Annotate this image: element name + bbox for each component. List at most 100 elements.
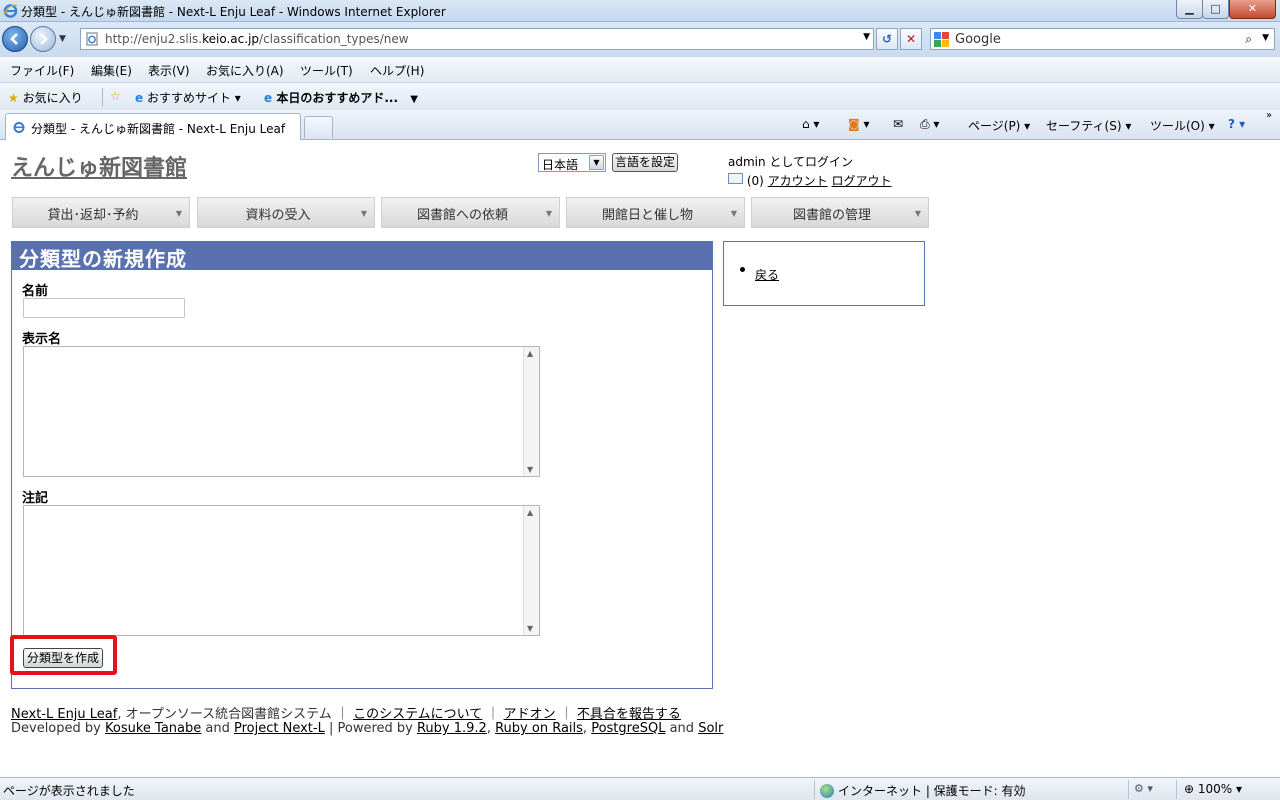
envelope-icon[interactable] (728, 173, 743, 184)
nav-menu-acquisition[interactable]: 資料の受入 ▼ (197, 197, 375, 228)
search-placeholder: Google (955, 32, 1001, 47)
note-field[interactable]: ▲ ▼ (23, 505, 540, 636)
page-menu-button[interactable]: ページ(P) ▾ (968, 117, 1030, 134)
nav-menu-requests[interactable]: 図書館への依頼 ▼ (381, 197, 560, 228)
tab-active[interactable]: 分類型 - えんじゅ新図書館 - Next-L Enju Leaf (5, 113, 301, 140)
name-field[interactable] (23, 298, 185, 318)
footer-text: and (205, 721, 230, 736)
project-link[interactable]: Project Next-L (234, 721, 325, 736)
more-commands-icon[interactable]: » (1266, 110, 1272, 121)
nav-menu-label: 貸出･返却･予約 (47, 208, 139, 223)
new-tab-button[interactable] (304, 116, 333, 138)
tab-bar: 分類型 - えんじゅ新図書館 - Next-L Enju Leaf ⌂ ▾ ◙ … (0, 110, 1280, 140)
url-text: http://enju2.slis.keio.ac.jp/classificat… (105, 32, 409, 46)
search-field[interactable]: Google ⌕ ▼ (930, 28, 1275, 50)
product-link[interactable]: Next-L Enju Leaf (11, 707, 117, 722)
chevron-down-icon: ▼ (545, 209, 552, 218)
menu-file[interactable]: ファイル(F) (10, 62, 74, 79)
tab-title: 分類型 - えんじゅ新図書館 - Next-L Enju Leaf (31, 122, 286, 136)
footer-text: and (669, 721, 695, 736)
ruby-link[interactable]: Ruby 1.9.2 (417, 721, 487, 736)
menu-tools[interactable]: ツール(T) (300, 62, 353, 79)
footer-separator: ｜ (486, 707, 500, 722)
search-icon[interactable]: ⌕ (1245, 32, 1252, 47)
maximize-button[interactable]: □ (1202, 0, 1229, 19)
user-links: (0) アカウント ログアウト (728, 172, 892, 189)
footer-line-1: Next-L Enju Leaf, オープンソース統合図書館システム ｜ このシ… (11, 703, 681, 722)
help-icon[interactable]: ? ▾ (1228, 117, 1245, 131)
nav-menu-events[interactable]: 開館日と催し物 ▼ (566, 197, 745, 228)
refresh-button[interactable]: ↺ (876, 28, 898, 50)
scroll-up-icon: ▲ (527, 508, 534, 517)
tab-page-icon (13, 122, 25, 133)
scrollbar[interactable]: ▲ ▼ (523, 347, 539, 476)
main-form-panel: 分類型の新規作成 名前 表示名 ▲ ▼ 注記 ▲ ▼ 分類型を作成 (10, 241, 713, 689)
back-button[interactable] (2, 26, 28, 52)
login-status: admin としてログイン (728, 155, 854, 169)
stop-button[interactable]: ✕ (900, 28, 922, 50)
display-name-field[interactable]: ▲ ▼ (23, 346, 540, 477)
solr-link[interactable]: Solr (698, 721, 723, 736)
menu-favorites[interactable]: お気に入り(A) (206, 62, 284, 79)
address-field[interactable]: http://enju2.slis.keio.ac.jp/classificat… (80, 28, 874, 50)
tools-menu-button[interactable]: ツール(O) ▾ (1150, 117, 1215, 134)
menu-edit[interactable]: 編集(E) (91, 62, 132, 79)
favorites-button[interactable]: ★ お気に入り (8, 89, 83, 106)
footer-text: Developed by (11, 721, 101, 736)
nav-menu-circulation[interactable]: 貸出･返却･予約 ▼ (12, 197, 190, 228)
back-link[interactable]: 戻る (755, 266, 779, 283)
toolbar-divider (102, 88, 103, 106)
menu-view[interactable]: 表示(V) (148, 62, 190, 79)
report-bug-link[interactable]: 不具合を報告する (577, 707, 681, 722)
forward-arrow-icon (40, 33, 48, 45)
forward-button[interactable] (30, 26, 56, 52)
footer-text: , (582, 721, 588, 736)
security-zone[interactable]: インターネット | 保護モード: 有効 (820, 782, 1026, 799)
logout-link[interactable]: ログアウト (832, 174, 892, 188)
footer-text: , (486, 721, 491, 736)
print-icon[interactable]: ⎙ ▾ (920, 117, 939, 132)
scroll-down-icon: ▼ (527, 465, 534, 474)
site-title-link[interactable]: えんじゅ新図書館 (11, 150, 187, 182)
feeds-icon[interactable]: ◙ ▾ (848, 117, 870, 131)
back-arrow-icon (10, 33, 18, 45)
home-icon[interactable]: ⌂ ▾ (802, 117, 819, 131)
scrollbar[interactable]: ▲ ▼ (523, 506, 539, 635)
create-classification-type-button[interactable]: 分類型を作成 (23, 648, 103, 668)
web-slice-button[interactable]: e 本日のおすすめアド... ▼ (264, 89, 418, 106)
suggested-sites-button[interactable]: e おすすめサイト ▾ (135, 89, 241, 106)
mail-icon[interactable]: ✉ (893, 117, 903, 131)
status-message: ページが表示されました (3, 784, 135, 798)
rails-link[interactable]: Ruby on Rails (495, 721, 583, 736)
footer-separator: ｜ (559, 707, 573, 722)
display-name-label: 表示名 (22, 332, 62, 347)
list-bullet (740, 267, 745, 272)
sidebar-box: 戻る (723, 241, 925, 306)
addon-link[interactable]: アドオン (504, 707, 556, 722)
protected-mode-icon[interactable]: ⚙ ▾ (1134, 782, 1153, 795)
add-favorite-icon[interactable]: ☆ (110, 89, 121, 103)
favorites-bar: ★ お気に入り ☆ e おすすめサイト ▾ e 本日のおすすめアド... ▼ (0, 82, 1280, 110)
postgresql-link[interactable]: PostgreSQL (591, 721, 665, 736)
status-divider (814, 780, 815, 799)
footer-line-2: Developed by Kosuke Tanabe and Project N… (11, 721, 723, 736)
about-link[interactable]: このシステムについて (353, 707, 482, 722)
set-language-button[interactable]: 言語を設定 (612, 153, 678, 172)
nav-menu-label: 図書館への依頼 (416, 208, 508, 223)
nav-menu-administration[interactable]: 図書館の管理 ▼ (751, 197, 929, 228)
menu-help[interactable]: ヘルプ(H) (370, 62, 424, 79)
zoom-level[interactable]: ⊕ 100% ▾ (1184, 782, 1242, 796)
recent-pages-dropdown-icon[interactable]: ▼ (59, 34, 66, 44)
window-titlebar: 分類型 - えんじゅ新図書館 - Next-L Enju Leaf - Wind… (0, 0, 1280, 22)
address-dropdown-icon[interactable]: ▼ (863, 32, 870, 42)
account-link[interactable]: アカウント (768, 174, 828, 188)
safety-menu-button[interactable]: セーフティ(S) ▾ (1046, 117, 1131, 134)
search-options-dropdown-icon[interactable]: ▼ (1262, 33, 1269, 43)
language-select[interactable]: 日本語 ▼ (538, 153, 606, 172)
author-link[interactable]: Kosuke Tanabe (105, 721, 201, 736)
nav-menu-label: 図書館の管理 (792, 208, 871, 223)
footer-description: , オープンソース統合図書館システム ｜ (117, 707, 349, 722)
close-window-button[interactable]: ✕ (1229, 0, 1276, 19)
minimize-button[interactable]: ▁ (1176, 0, 1203, 19)
window-title: 分類型 - えんじゅ新図書館 - Next-L Enju Leaf - Wind… (21, 5, 446, 19)
